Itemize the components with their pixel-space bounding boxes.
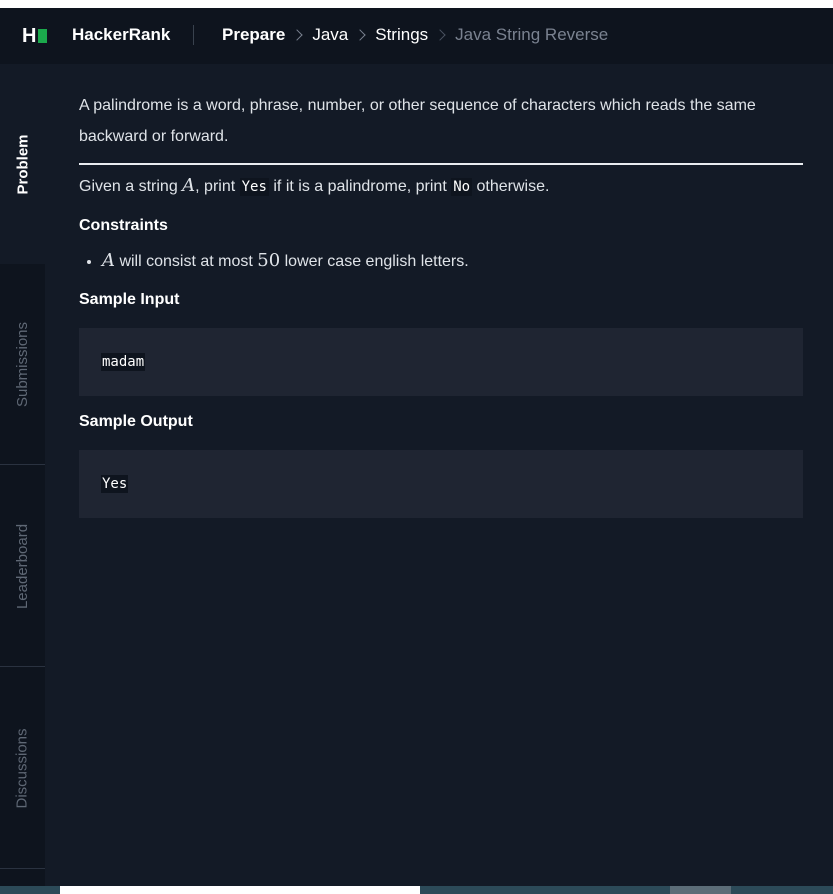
task-suffix: otherwise. (472, 178, 550, 195)
constraint-mid: will consist at most (115, 253, 258, 270)
sample-input-heading: Sample Input (79, 291, 180, 308)
tab-discussions[interactable]: Discussions (0, 668, 45, 869)
hackerrank-logo[interactable]: H (22, 25, 48, 47)
top-navigation: H HackerRank Prepare Java Strings Java S… (0, 8, 833, 64)
constraints-heading: Constraints (79, 217, 168, 234)
intro-paragraph: A palindrome is a word, phrase, number, … (79, 90, 803, 165)
constraint-item: A will consist at most 50 lower case eng… (102, 249, 803, 274)
app-window: H HackerRank Prepare Java Strings Java S… (0, 8, 833, 894)
task-mid1: , print (195, 178, 240, 195)
constraints-list: A will consist at most 50 lower case eng… (79, 249, 803, 274)
bottom-bar-segment (60, 886, 420, 894)
brand-name[interactable]: HackerRank (72, 25, 170, 45)
logo-letter: H (22, 25, 36, 47)
chevron-right-icon (291, 29, 303, 41)
code-yes: Yes (239, 178, 269, 196)
problem-statement: A palindrome is a word, phrase, number, … (79, 64, 803, 518)
horizontal-scrollbar[interactable] (0, 886, 833, 894)
math-num-50: 50 (257, 250, 281, 271)
tab-problem[interactable]: Problem (0, 64, 45, 264)
sample-output-block: Yes (79, 450, 803, 518)
tab-leaderboard-label: Leaderboard (14, 523, 32, 609)
tab-submissions[interactable]: Submissions (0, 264, 45, 465)
sample-output-heading: Sample Output (79, 413, 193, 430)
logo-green-block-icon (38, 29, 48, 43)
math-var-a: A (102, 250, 115, 271)
breadcrumb: Prepare Java Strings Java String Reverse (222, 25, 608, 45)
side-tabs: Problem Submissions Leaderboard Discussi… (0, 64, 45, 886)
math-var-a: A (182, 175, 196, 196)
tab-submissions-label: Submissions (14, 321, 32, 407)
tab-problem-label: Problem (14, 133, 32, 195)
breadcrumb-strings[interactable]: Strings (375, 25, 428, 45)
task-prefix: Given a string (79, 178, 183, 195)
chevron-right-icon (434, 29, 446, 41)
code-no: No (451, 178, 473, 196)
breadcrumb-prepare[interactable]: Prepare (222, 25, 285, 45)
nav-divider (193, 25, 194, 45)
sample-output-code: Yes (101, 475, 129, 493)
tab-discussions-label: Discussions (14, 727, 31, 809)
breadcrumb-current: Java String Reverse (455, 25, 609, 44)
task-paragraph: Given a string A, print Yes if it is a p… (79, 174, 803, 199)
chevron-right-icon (354, 29, 366, 41)
sample-input-code: madam (101, 353, 146, 371)
sample-input-block: madam (79, 328, 803, 396)
task-mid2: if it is a palindrome, print (268, 178, 452, 195)
breadcrumb-java[interactable]: Java (312, 25, 348, 45)
tab-leaderboard[interactable]: Leaderboard (0, 466, 45, 667)
scrollbar-thumb[interactable] (670, 886, 731, 894)
constraint-suffix: lower case english letters. (280, 253, 469, 270)
